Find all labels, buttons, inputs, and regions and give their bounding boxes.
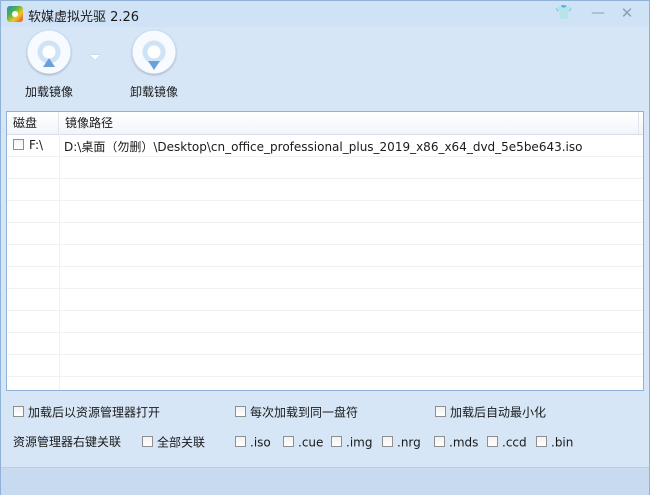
table-row[interactable]: F:\ D:\桌面（勿删）\Desktop\cn_office_professi… xyxy=(7,135,643,157)
unload-image-button[interactable]: 卸载镜像 xyxy=(111,27,197,105)
column-header-drive[interactable]: 磁盘 xyxy=(7,112,59,134)
list-header: 磁盘 镜像路径 xyxy=(7,112,643,135)
window-title: 软媒虚拟光驱 2.26 xyxy=(28,10,140,25)
associate-all-checkbox[interactable]: 全部关联 xyxy=(142,434,205,450)
table-row-empty xyxy=(7,267,643,289)
minimize-after-load-label: 加载后自动最小化 xyxy=(450,405,547,420)
unload-image-label: 卸载镜像 xyxy=(129,85,178,99)
drive-list[interactable]: 磁盘 镜像路径 F:\ D:\桌面（勿删）\Desktop\cn_office_… xyxy=(6,111,644,391)
toolbar: 加载镜像 卸载镜像 xyxy=(1,27,649,105)
app-window: 软媒虚拟光驱 2.26 👕 — ✕ 加载镜像 卸载镜像 磁盘 镜像路径 F:\ … xyxy=(0,0,650,495)
minimize-after-load-checkbox[interactable]: 加载后自动最小化 xyxy=(435,404,546,420)
table-row-empty xyxy=(7,245,643,267)
checkbox-box[interactable] xyxy=(382,436,393,447)
column-header-path[interactable]: 镜像路径 xyxy=(59,112,639,134)
table-row-empty xyxy=(7,377,643,390)
arrow-up-icon xyxy=(43,58,55,67)
ext-img-label: .img xyxy=(346,435,373,450)
image-path: D:\桌面（勿删）\Desktop\cn_office_professional… xyxy=(64,140,583,154)
ext-nrg-label: .nrg xyxy=(397,435,421,450)
list-rows: F:\ D:\桌面（勿删）\Desktop\cn_office_professi… xyxy=(7,135,643,390)
load-image-button[interactable]: 加载镜像 xyxy=(6,27,92,105)
table-row-empty xyxy=(7,223,643,245)
context-menu-association-label: 资源管理器右键关联 xyxy=(13,435,122,449)
ext-cue-checkbox[interactable]: .cue xyxy=(283,434,323,450)
options-panel: 加载后以资源管理器打开 每次加载到同一盘符 加载后自动最小化 资源管理器右键关联… xyxy=(1,393,649,463)
checkbox-box[interactable] xyxy=(283,436,294,447)
ext-cue-label: .cue xyxy=(298,435,324,450)
skin-icon[interactable]: 👕 xyxy=(553,4,575,22)
checkbox-box[interactable] xyxy=(13,406,24,417)
ext-img-checkbox[interactable]: .img xyxy=(331,434,372,450)
checkbox-box[interactable] xyxy=(142,436,153,447)
open-explorer-after-load-checkbox[interactable]: 加载后以资源管理器打开 xyxy=(13,404,160,420)
ext-ccd-label: .ccd xyxy=(502,435,527,450)
app-logo-icon xyxy=(7,6,23,22)
same-drive-each-time-label: 每次加载到同一盘符 xyxy=(250,405,359,420)
drive-letter: F:\ xyxy=(29,138,44,152)
ext-bin-label: .bin xyxy=(551,435,574,450)
associate-all-label: 全部关联 xyxy=(157,435,206,450)
table-row-empty xyxy=(7,179,643,201)
ext-ccd-checkbox[interactable]: .ccd xyxy=(487,434,527,450)
checkbox-box[interactable] xyxy=(235,406,246,417)
checkbox-box[interactable] xyxy=(487,436,498,447)
checkbox-box[interactable] xyxy=(536,436,547,447)
ext-nrg-checkbox[interactable]: .nrg xyxy=(382,434,421,450)
open-explorer-after-load-label: 加载后以资源管理器打开 xyxy=(28,405,161,420)
table-row-empty xyxy=(7,333,643,355)
status-bar xyxy=(1,467,649,495)
checkbox-box[interactable] xyxy=(331,436,342,447)
ext-bin-checkbox[interactable]: .bin xyxy=(536,434,573,450)
table-row-empty xyxy=(7,355,643,377)
checkbox-box[interactable] xyxy=(235,436,246,447)
table-row-empty xyxy=(7,311,643,333)
minimize-button[interactable]: — xyxy=(587,4,609,22)
table-row-empty xyxy=(7,201,643,223)
arrow-down-icon xyxy=(148,61,160,70)
load-dropdown-chevron-down-icon[interactable] xyxy=(90,55,100,60)
title-bar[interactable]: 软媒虚拟光驱 2.26 👕 — ✕ xyxy=(1,1,649,27)
load-image-label: 加载镜像 xyxy=(24,85,73,99)
checkbox-box[interactable] xyxy=(435,406,446,417)
ext-mds-checkbox[interactable]: .mds xyxy=(434,434,478,450)
disc-icon xyxy=(27,30,71,74)
same-drive-each-time-checkbox[interactable]: 每次加载到同一盘符 xyxy=(235,404,358,420)
ext-iso-checkbox[interactable]: .iso xyxy=(235,434,271,450)
ext-iso-label: .iso xyxy=(250,435,271,450)
table-row-empty xyxy=(7,157,643,179)
close-button[interactable]: ✕ xyxy=(616,4,638,22)
table-row-empty xyxy=(7,289,643,311)
row-checkbox[interactable] xyxy=(13,139,24,150)
ext-mds-label: .mds xyxy=(449,435,479,450)
checkbox-box[interactable] xyxy=(434,436,445,447)
